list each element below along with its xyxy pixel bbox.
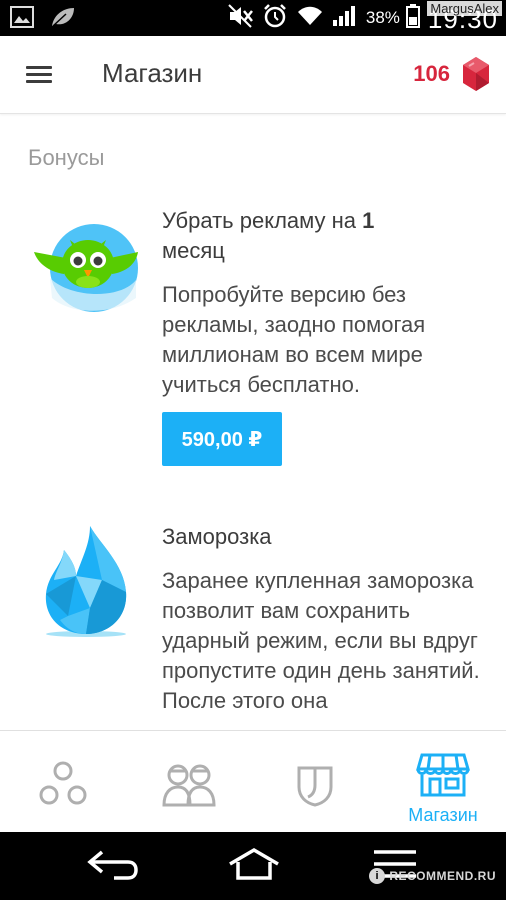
- item-title-remove-ads: Убрать рекламу на 1 месяц: [162, 206, 482, 266]
- home-button[interactable]: [226, 846, 282, 887]
- menu-button[interactable]: [26, 64, 54, 86]
- back-button[interactable]: [84, 846, 140, 887]
- menu-icon-line: [26, 66, 52, 69]
- item-title-bold: 1: [362, 208, 375, 233]
- watermark-site-text: RECOMMEND.RU: [389, 869, 496, 883]
- bottom-nav: Магазин: [0, 730, 506, 832]
- tab-leagues[interactable]: [252, 731, 378, 833]
- owl-icon: [30, 218, 146, 319]
- tab-clubs[interactable]: [126, 731, 252, 833]
- item-title-suffix: месяц: [162, 238, 225, 263]
- item-description-freeze: Заранее купленная заморозка позволит вам…: [162, 568, 480, 713]
- section-title-bonuses: Бонусы: [28, 145, 105, 170]
- people-icon: [162, 764, 216, 807]
- wifi-icon: [296, 5, 324, 32]
- screen: 38% 19:30 MargusAlex Магазин 106 Бонусы: [0, 0, 506, 900]
- battery-percent: 38%: [365, 8, 400, 27]
- shop-icon: [416, 753, 470, 797]
- shield-icon: [297, 766, 333, 807]
- gem-icon[interactable]: [462, 56, 490, 97]
- gem-count[interactable]: 106: [413, 61, 450, 87]
- system-nav-bar: i RECOMMEND.RU: [0, 832, 506, 900]
- watermark-badge: i: [369, 868, 386, 884]
- watermark-author: MargusAlex: [427, 1, 502, 16]
- item-title-freeze: Заморозка: [162, 524, 272, 549]
- signal-icon: [332, 5, 358, 32]
- mute-icon: [228, 3, 254, 33]
- alarm-icon: [262, 3, 288, 34]
- watermark-site: i RECOMMEND.RU: [369, 868, 496, 884]
- item-title-prefix: Убрать рекламу на: [162, 208, 363, 233]
- tab-learn[interactable]: [0, 731, 126, 833]
- menu-icon-line: [26, 80, 52, 83]
- circles-icon: [39, 761, 87, 805]
- menu-icon-line: [26, 73, 52, 76]
- leaf-icon: [50, 6, 76, 33]
- app-bar: Магазин 106: [0, 36, 506, 114]
- status-left-icons: [10, 6, 76, 33]
- image-icon: [10, 6, 34, 33]
- back-icon: [87, 850, 138, 880]
- battery-icon: [405, 3, 420, 33]
- tab-shop[interactable]: Магазин: [380, 731, 506, 833]
- shop-content[interactable]: Бонусы Убрать рекламу на 1 месяц Попробуй…: [0, 114, 506, 730]
- page-title: Магазин: [102, 58, 203, 88]
- item-description-remove-ads: Попробуйте версию без рекламы, заодно по…: [162, 282, 426, 397]
- freeze-flame-icon: [40, 524, 132, 645]
- home-icon: [229, 847, 279, 880]
- tab-shop-label: Магазин: [408, 805, 478, 825]
- status-bar: 38% 19:30 MargusAlex: [0, 0, 506, 36]
- buy-remove-ads-button[interactable]: 590,00 ₽: [162, 412, 282, 466]
